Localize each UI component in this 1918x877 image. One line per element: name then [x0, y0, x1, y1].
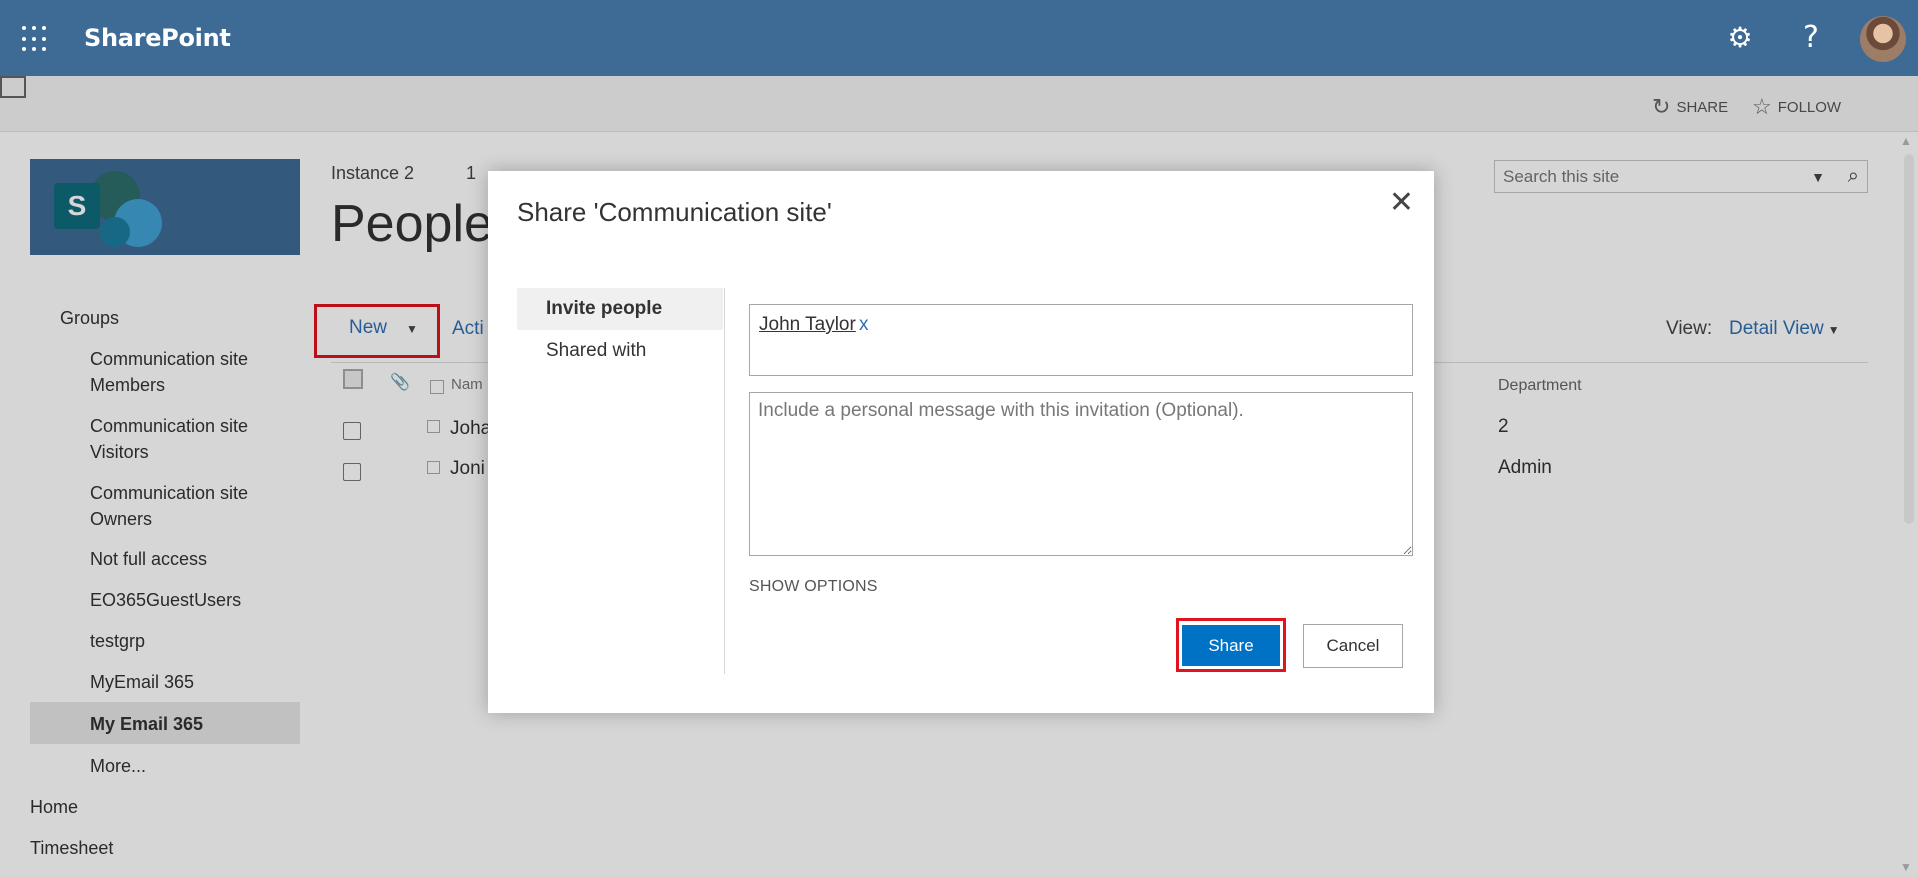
invitee-chip[interactable]: John Taylor [759, 314, 856, 336]
scroll-up-icon[interactable]: ▲ [1900, 134, 1912, 148]
people-picker-input[interactable]: John Taylor x [749, 304, 1413, 376]
cancel-button[interactable]: Cancel [1303, 624, 1403, 668]
tab-shared-with[interactable]: Shared with [546, 340, 646, 362]
close-icon[interactable]: ✕ [1389, 187, 1414, 219]
dialog-title: Share 'Communication site' [517, 197, 832, 227]
dialog-divider [724, 288, 725, 674]
waffle-icon[interactable] [22, 26, 48, 52]
brand-title[interactable]: SharePoint [84, 24, 231, 52]
show-options-link[interactable]: SHOW OPTIONS [749, 578, 878, 596]
scroll-down-icon[interactable]: ▼ [1900, 860, 1912, 874]
gear-icon[interactable]: ⚙ [1722, 20, 1758, 56]
share-dialog: Share 'Communication site' ✕ Invite peop… [488, 171, 1434, 713]
avatar[interactable] [1860, 16, 1906, 62]
message-textarea[interactable] [749, 392, 1413, 556]
scrollbar-thumb[interactable] [1904, 154, 1914, 524]
remove-invitee-button[interactable]: x [859, 314, 869, 336]
suite-bar: SharePoint ⚙ ? [0, 0, 1918, 76]
help-icon[interactable]: ? [1793, 20, 1829, 56]
tab-invite-people[interactable]: Invite people [546, 298, 662, 320]
share-button[interactable]: Share [1182, 625, 1280, 666]
